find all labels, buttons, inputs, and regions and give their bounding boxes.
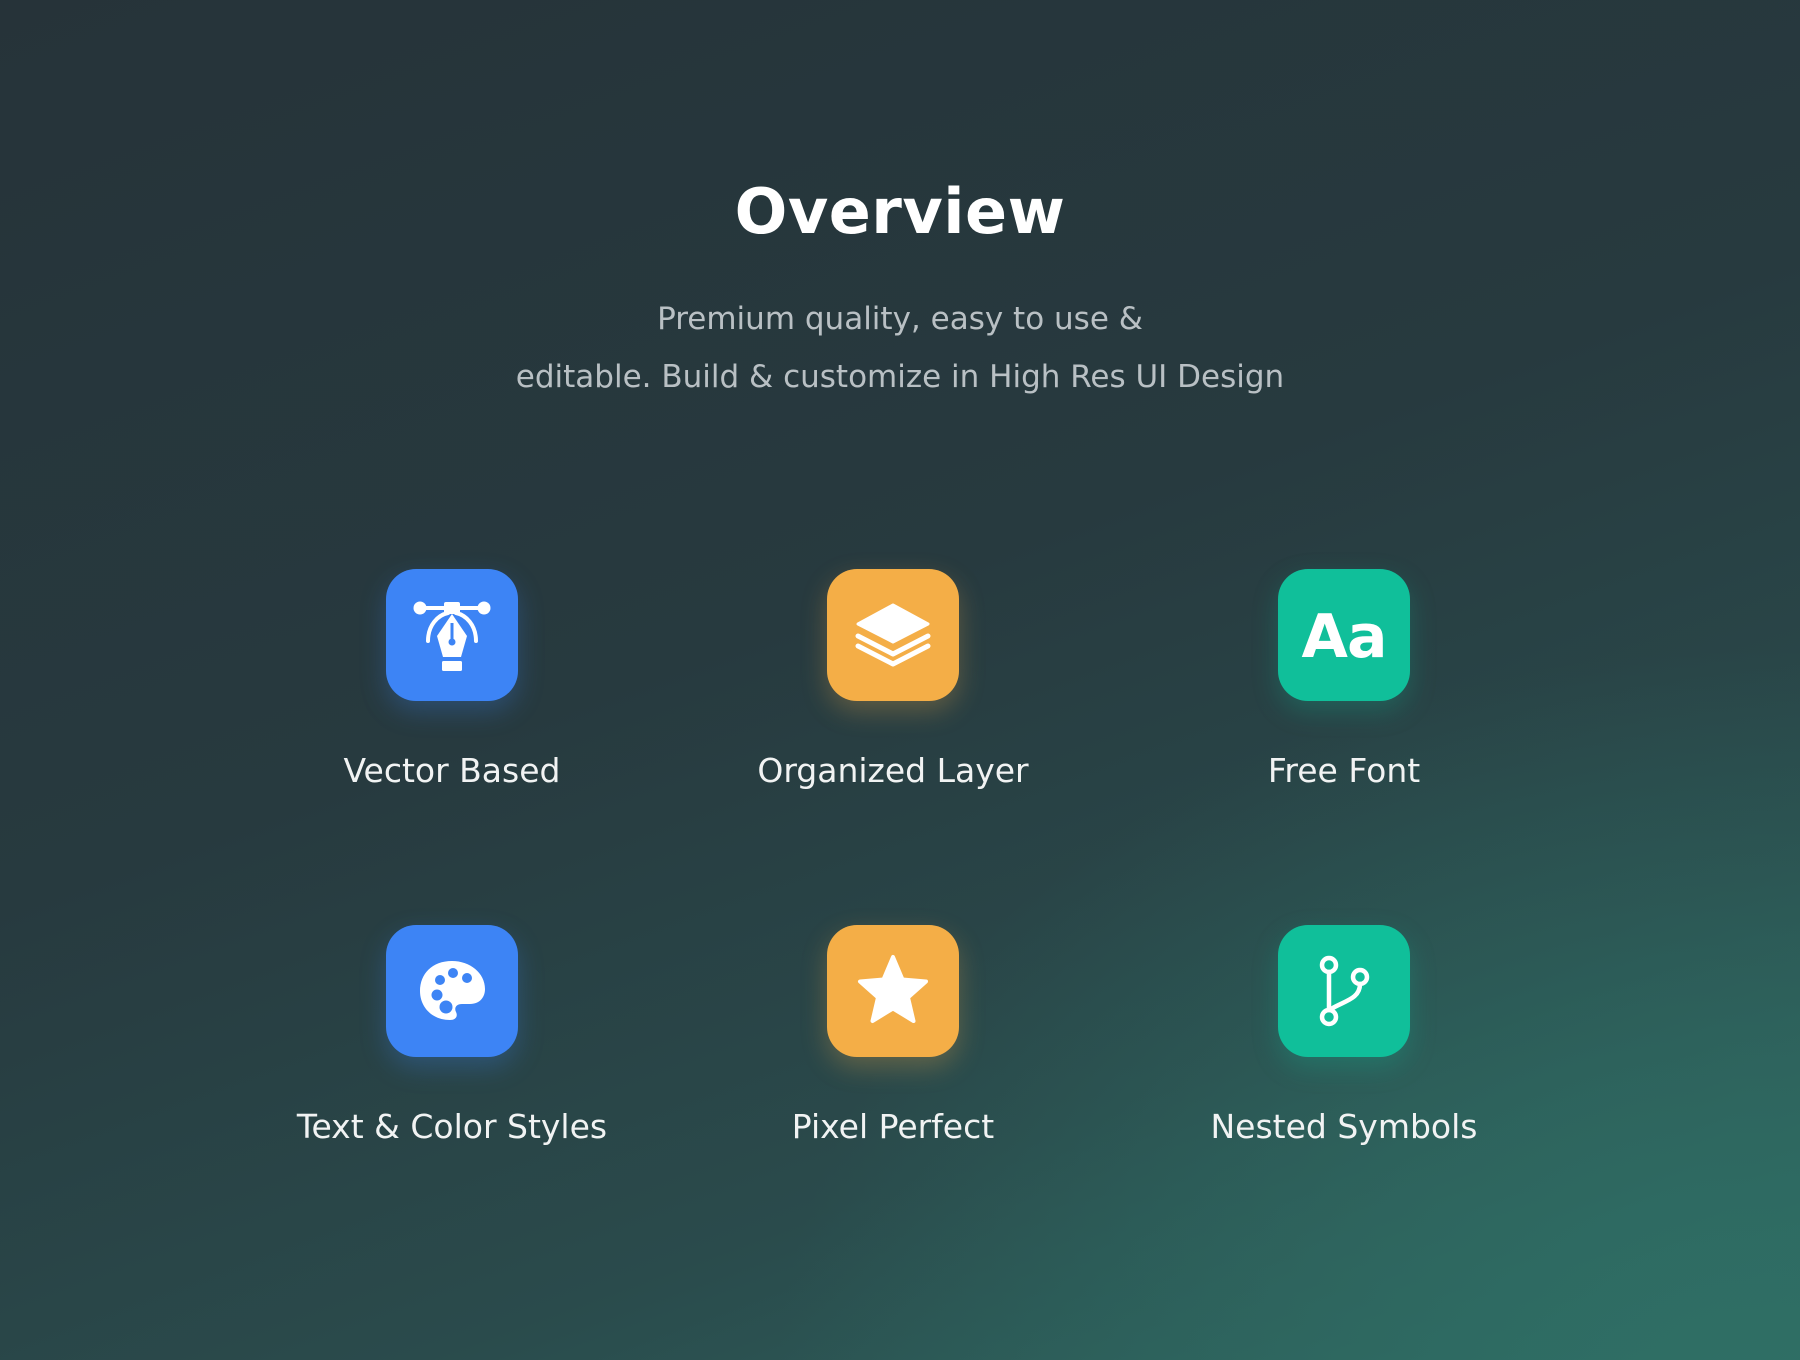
star-icon xyxy=(858,955,928,1023)
page-subtitle: Premium quality, easy to use & editable.… xyxy=(0,290,1800,406)
font-tile: Aa xyxy=(1278,569,1410,701)
star-tile xyxy=(827,925,959,1057)
git-branch-tile xyxy=(1278,925,1410,1057)
subtitle-line-2: editable. Build & customize in High Res … xyxy=(515,359,1285,395)
layers-icon xyxy=(855,603,931,667)
feature-label: Vector Based xyxy=(343,751,561,790)
pen-tool-tile xyxy=(386,569,518,701)
pen-tool-icon xyxy=(413,601,491,671)
feature-label: Organized Layer xyxy=(757,751,1029,790)
layers-tile xyxy=(827,569,959,701)
font-icon: Aa xyxy=(1301,602,1388,672)
feature-label: Free Font xyxy=(1267,751,1421,790)
feature-pixel-perfect: Pixel Perfect xyxy=(670,925,1116,1147)
feature-label: Pixel Perfect xyxy=(791,1107,995,1146)
feature-free-font: Aa Free Font xyxy=(1121,569,1567,791)
feature-vector-based: Vector Based xyxy=(229,569,675,791)
feature-label: Text & Color Styles xyxy=(296,1107,608,1146)
feature-nested-symbols: Nested Symbols xyxy=(1121,925,1567,1147)
palette-icon xyxy=(420,961,485,1020)
git-branch-icon xyxy=(1319,955,1370,1027)
page-title: Overview xyxy=(734,175,1066,248)
feature-organized-layer: Organized Layer xyxy=(670,569,1116,791)
palette-tile xyxy=(386,925,518,1057)
feature-text-color-styles: Text & Color Styles xyxy=(229,925,675,1147)
feature-label: Nested Symbols xyxy=(1210,1107,1478,1146)
subtitle-line-1: Premium quality, easy to use & xyxy=(657,301,1143,337)
